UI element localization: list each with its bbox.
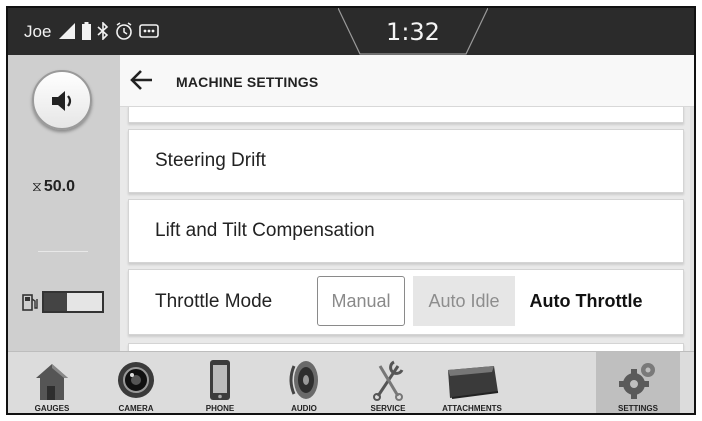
nav-attachments[interactable]: ATTACHMENTS [430, 352, 514, 413]
screen-frame: Joe 1:32 ⧖ 50.0 MACHINE SETTINGS Steerin… [6, 6, 696, 415]
volume-button[interactable] [32, 70, 92, 130]
status-icons [58, 21, 159, 41]
page-title: MACHINE SETTINGS [176, 74, 319, 90]
nav-service[interactable]: SERVICE [346, 352, 430, 413]
throttle-auto-throttle-option[interactable]: Auto Throttle [521, 276, 651, 326]
list-item [128, 107, 684, 123]
fuel-pump-icon [22, 294, 38, 311]
status-user: Joe [24, 22, 52, 41]
left-sidebar: ⧖ 50.0 [8, 55, 120, 351]
scrollbar[interactable] [690, 107, 694, 351]
nav-label: ATTACHMENTS [442, 404, 502, 413]
speaker-icon [52, 91, 72, 111]
message-icon [139, 22, 159, 40]
fuel-level-fill [44, 293, 68, 311]
setting-steering-drift[interactable]: Steering Drift [128, 129, 684, 193]
back-arrow-icon[interactable] [130, 69, 154, 91]
nav-phone[interactable]: PHONE [178, 352, 262, 413]
hour-meter: ⧖ 50.0 [32, 178, 75, 196]
bucket-attachment-icon [448, 366, 499, 399]
bluetooth-icon [97, 21, 109, 41]
nav-camera[interactable]: CAMERA [94, 352, 178, 413]
audio-speaker-icon [289, 361, 318, 399]
nav-settings[interactable]: SETTINGS [596, 352, 680, 413]
tools-icon [373, 360, 404, 401]
phone-icon [210, 360, 230, 400]
status-clock: 1:32 [386, 18, 440, 46]
gear-icon [619, 363, 655, 399]
nav-label: PHONE [205, 404, 235, 413]
setting-label: Steering Drift [155, 150, 266, 171]
battery-icon [82, 22, 91, 40]
fuel-gauge [22, 291, 112, 313]
hour-meter-value: 50.0 [43, 178, 75, 195]
setting-lift-tilt-compensation[interactable]: Lift and Tilt Compensation [128, 199, 684, 263]
throttle-auto-idle-option[interactable]: Auto Idle [413, 276, 515, 326]
fuel-level-bar [42, 291, 104, 313]
camera-lens-icon [118, 362, 154, 398]
bottom-nav: GAUGES CAMERA PHONE AUDIO SERVICE ATTACH… [8, 351, 694, 413]
setting-throttle-mode: Throttle Mode Manual Auto Idle Auto Thro… [128, 269, 684, 335]
nav-label: GAUGES [34, 404, 70, 413]
nav-gauges[interactable]: GAUGES [10, 352, 94, 413]
page-header: MACHINE SETTINGS [120, 55, 694, 107]
setting-label: Lift and Tilt Compensation [155, 220, 375, 241]
nav-label: SERVICE [370, 404, 406, 413]
clock-alarm-icon [115, 22, 133, 40]
nav-label: SETTINGS [617, 404, 658, 413]
signal-icon [58, 22, 76, 40]
nav-label: CAMERA [118, 404, 154, 413]
sidebar-divider [38, 251, 88, 252]
nav-label: AUDIO [291, 404, 317, 413]
list-item[interactable] [128, 343, 684, 351]
throttle-manual-option[interactable]: Manual [317, 276, 405, 326]
setting-label: Throttle Mode [155, 291, 273, 312]
status-bar: Joe 1:32 [8, 8, 694, 55]
settings-list: Steering Drift Lift and Tilt Compensatio… [120, 107, 694, 351]
hourglass-icon: ⧖ [32, 178, 42, 194]
nav-audio[interactable]: AUDIO [262, 352, 346, 413]
house-icon [36, 364, 68, 400]
